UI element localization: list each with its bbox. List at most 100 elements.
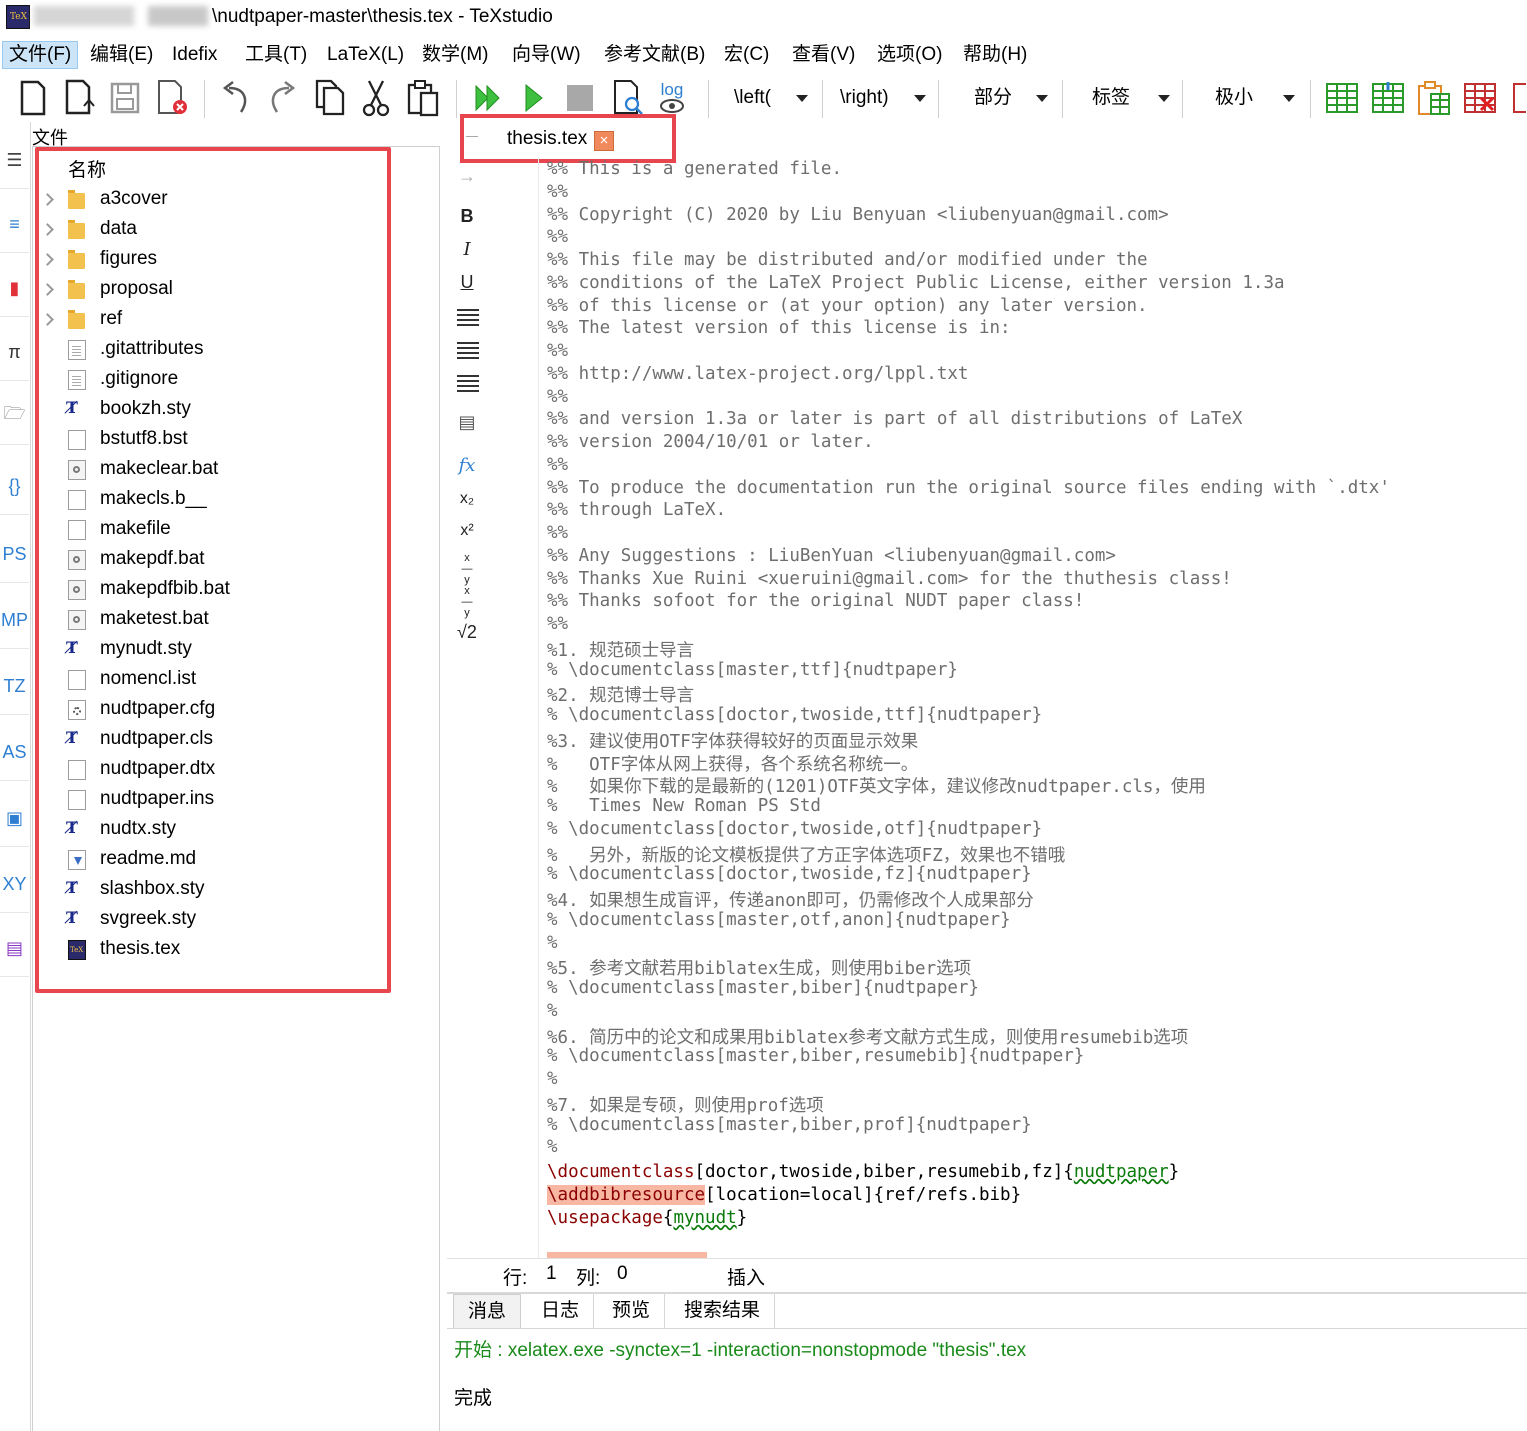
close-file-icon[interactable] bbox=[152, 74, 192, 122]
code-line[interactable]: %1. 规范硕士导言 bbox=[547, 637, 694, 662]
menu-tools[interactable]: 工具(T) bbox=[245, 42, 307, 68]
new-line-icon[interactable]: ▤ bbox=[447, 412, 487, 433]
paste-icon[interactable] bbox=[402, 74, 444, 122]
folder-icon[interactable]: 🗁 bbox=[0, 388, 29, 445]
script-icon[interactable]: ▤ bbox=[0, 920, 29, 977]
code-line[interactable]: % \documentclass[doctor,twoside,ttf]{nud… bbox=[547, 705, 1042, 725]
align-center-icon[interactable] bbox=[457, 342, 479, 359]
code-line[interactable]: %% Thanks sofoot for the original NUDT p… bbox=[547, 591, 1084, 611]
code-line[interactable]: %3. 建议使用OTF字体获得较好的页面显示效果 bbox=[547, 728, 918, 753]
code-line[interactable]: %7. 如果是专硕，则使用prof选项 bbox=[547, 1092, 824, 1117]
code-line[interactable]: %% Thanks Xue Ruini <xueruini@gmail.com>… bbox=[547, 569, 1232, 589]
code-line[interactable]: % bbox=[547, 1069, 558, 1089]
code-line[interactable]: %% bbox=[547, 614, 568, 634]
xymatrix-label[interactable]: XY bbox=[0, 856, 29, 913]
dfrac-icon[interactable]: x — y bbox=[447, 586, 487, 619]
new-file-icon[interactable] bbox=[14, 74, 52, 122]
code-line[interactable]: %% http://www.latex-project.org/lppl.txt bbox=[547, 364, 968, 384]
align-right-icon[interactable] bbox=[457, 375, 479, 392]
code-line[interactable]: % 另外，新版的论文模板提供了方正字体选项FZ，效果也不错哦 bbox=[547, 842, 1065, 867]
menu-file[interactable]: 文件(F) bbox=[2, 41, 79, 69]
code-line[interactable]: % bbox=[547, 1137, 558, 1157]
code-line[interactable]: %% The latest version of this license is… bbox=[547, 318, 1011, 338]
superscript-button[interactable]: x² bbox=[447, 522, 487, 540]
code-line[interactable]: %% bbox=[547, 455, 568, 475]
menu-help[interactable]: 帮助(H) bbox=[963, 42, 1027, 68]
code-line-documentclass[interactable]: \documentclass[doctor,twoside,biber,resu… bbox=[547, 1162, 1179, 1182]
new-from-template-icon[interactable] bbox=[60, 74, 100, 122]
code-line[interactable]: %% through LaTeX. bbox=[547, 500, 726, 520]
code-line[interactable]: %% To produce the documentation run the … bbox=[547, 478, 1390, 498]
undo-icon[interactable] bbox=[216, 74, 256, 122]
code-line-usepackage[interactable]: \usepackage{mynudt} bbox=[547, 1208, 747, 1228]
save-icon[interactable] bbox=[106, 74, 144, 122]
code-line[interactable]: %2. 规范博士导言 bbox=[547, 682, 694, 707]
menu-wizards[interactable]: 向导(W) bbox=[512, 42, 581, 68]
table-more-icon[interactable] bbox=[1506, 74, 1527, 122]
menu-macros[interactable]: 宏(C) bbox=[724, 42, 769, 68]
symbols-pi-icon[interactable]: π bbox=[0, 324, 29, 381]
subscript-button[interactable]: x₂ bbox=[447, 490, 487, 508]
code-line-addbibresource[interactable]: \addbibresource[location=local]{ref/refs… bbox=[547, 1185, 1021, 1205]
code-line[interactable]: % \documentclass[master,biber]{nudtpaper… bbox=[547, 978, 979, 998]
sectioning-combo[interactable]: 部分 bbox=[974, 80, 1054, 116]
tab-search-results[interactable]: 搜索结果 bbox=[670, 1294, 776, 1328]
code-line[interactable]: % \documentclass[master,ttf]{nudtpaper} bbox=[547, 660, 958, 680]
redo-icon[interactable] bbox=[262, 74, 302, 122]
table-add-icon[interactable] bbox=[1368, 74, 1408, 122]
right-delimiter-combo[interactable]: \right) bbox=[840, 80, 930, 116]
code-line[interactable]: % OTF字体从网上获得，各个系统名称统一。 bbox=[547, 751, 918, 776]
menu-view[interactable]: 查看(V) bbox=[792, 42, 855, 68]
code-line[interactable]: %% This file may be distributed and/or m… bbox=[547, 250, 1148, 270]
menu-latex[interactable]: LaTeX(L) bbox=[327, 42, 404, 68]
code-line[interactable]: %% conditions of the LaTeX Project Publi… bbox=[547, 273, 1285, 293]
tab-messages[interactable]: 消息 bbox=[453, 1294, 522, 1329]
preview-icon[interactable]: ▣ bbox=[0, 790, 29, 847]
code-line[interactable]: %% This is a generated file. bbox=[547, 159, 842, 179]
code-line[interactable]: % bbox=[547, 933, 558, 953]
code-line[interactable]: %5. 参考文献若用biblatex生成，则使用biber选项 bbox=[547, 955, 971, 980]
references-combo[interactable]: 标签 bbox=[1092, 80, 1174, 116]
code-line[interactable]: % 如果你下载的是最新的(1201)OTF英文字体，建议修改nudtpaper.… bbox=[547, 773, 1206, 798]
code-line[interactable]: % \documentclass[doctor,twoside,otf]{nud… bbox=[547, 819, 1042, 839]
code-line[interactable]: %% bbox=[547, 523, 568, 543]
copy-icon[interactable] bbox=[310, 74, 350, 122]
menu-math[interactable]: 数学(M) bbox=[422, 42, 488, 68]
tikz-label[interactable]: TZ bbox=[0, 658, 29, 715]
menu-options[interactable]: 选项(O) bbox=[877, 42, 942, 68]
code-line[interactable]: % \documentclass[master,biber,prof]{nudt… bbox=[547, 1115, 1032, 1135]
pstricks-label[interactable]: PS bbox=[0, 526, 29, 583]
fraction-icon[interactable]: x — y bbox=[447, 553, 487, 586]
italic-button[interactable]: I bbox=[447, 239, 487, 260]
menu-idefix[interactable]: Idefix bbox=[172, 42, 217, 68]
braces-icon[interactable]: {} bbox=[0, 458, 29, 515]
code-line[interactable]: %4. 如果想生成盲评，传递anon即可，仍需修改个人成果部分 bbox=[547, 887, 1034, 912]
bookmark-icon[interactable]: ▮ bbox=[0, 260, 29, 317]
metapost-label[interactable]: MP bbox=[0, 592, 29, 649]
code-line[interactable]: %% bbox=[547, 182, 568, 202]
sqrt-button[interactable]: √2 bbox=[447, 622, 487, 643]
align-left-icon[interactable] bbox=[457, 309, 479, 326]
code-line[interactable]: % \documentclass[doctor,twoside,fz]{nudt… bbox=[547, 864, 1032, 884]
bold-button[interactable]: B bbox=[447, 206, 487, 227]
code-line[interactable]: %% bbox=[547, 227, 568, 247]
structure-icon[interactable]: ☰ bbox=[0, 132, 29, 189]
code-line[interactable]: %% Copyright (C) 2020 by Liu Benyuan <li… bbox=[547, 205, 1169, 225]
toc-icon[interactable]: ≡ bbox=[0, 196, 29, 253]
code-line[interactable]: % bbox=[547, 1001, 558, 1021]
code-line[interactable]: % \documentclass[master,otf,anon]{nudtpa… bbox=[547, 910, 1011, 930]
code-line[interactable]: %% Any Suggestions : LiuBenYuan <liubeny… bbox=[547, 546, 1116, 566]
left-delimiter-combo[interactable]: \left( bbox=[734, 80, 814, 116]
code-line[interactable]: %% bbox=[547, 341, 568, 361]
code-line[interactable]: %% bbox=[547, 387, 568, 407]
font-size-combo[interactable]: 极小 bbox=[1215, 80, 1297, 116]
menu-bibliography[interactable]: 参考文献(B) bbox=[604, 42, 705, 68]
code-line[interactable]: % Times New Roman PS Std bbox=[547, 796, 821, 816]
asymptote-label[interactable]: AS bbox=[0, 724, 29, 781]
table-paste-icon[interactable] bbox=[1414, 74, 1454, 122]
menu-edit[interactable]: 编辑(E) bbox=[90, 42, 153, 68]
tab-preview[interactable]: 预览 bbox=[598, 1294, 666, 1328]
insert-mode-indicator[interactable]: 插入 bbox=[727, 1263, 765, 1290]
inline-math-button[interactable]: fx bbox=[447, 455, 487, 476]
underline-button[interactable]: U bbox=[447, 272, 487, 293]
